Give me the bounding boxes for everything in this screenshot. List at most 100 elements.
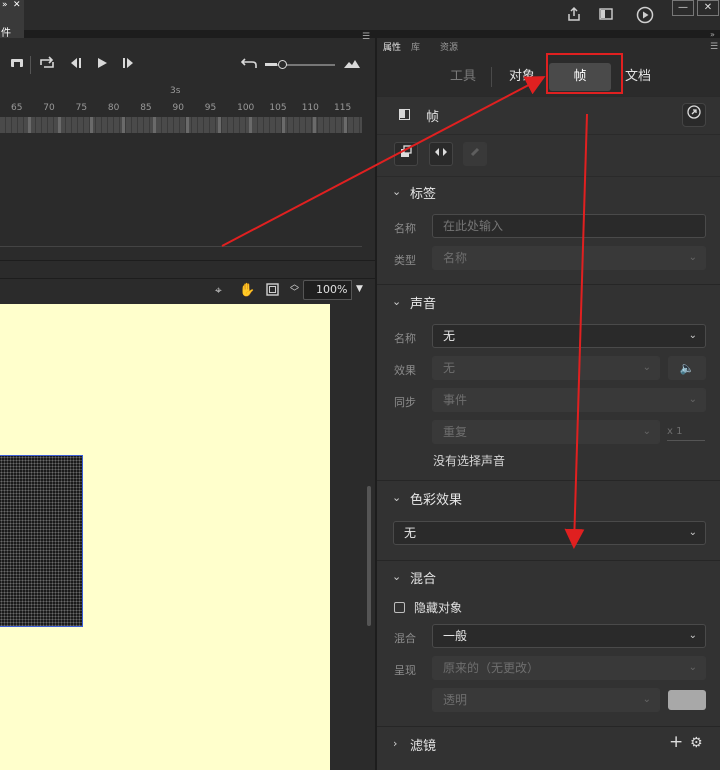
no-sound-text: 没有选择声音	[433, 454, 506, 468]
sound-effect-select[interactable]: 无 ⌄	[432, 356, 660, 380]
timeline-tick-label: 115	[334, 103, 352, 113]
chevron-down-icon: ⌄	[392, 185, 402, 198]
document-tab-label: 件	[1, 28, 11, 39]
timeline-tick-label: 105	[269, 103, 287, 113]
blend-mode-select[interactable]: 一般 ⌄	[432, 624, 706, 648]
link-frames-icon[interactable]	[463, 142, 487, 166]
chevron-down-icon: ⌄	[392, 570, 402, 583]
sound-sync-select[interactable]: 事件 ⌄	[432, 388, 706, 412]
swap-frames-icon[interactable]	[429, 142, 453, 166]
close-window-button[interactable]: ✕	[697, 0, 719, 16]
label-section-title: 标签	[410, 187, 437, 202]
label-type-select[interactable]: 名称 ⌄	[432, 246, 706, 270]
color-effect-select[interactable]: 无 ⌄	[393, 521, 706, 545]
tab-assets[interactable]: 资源	[440, 40, 458, 53]
minimize-button[interactable]: —	[672, 0, 694, 16]
chevron-down-icon: ⌄	[392, 491, 402, 504]
rotation-stepper-icon[interactable]: ︿ ﹀	[290, 281, 299, 298]
sound-repeat-select[interactable]: 重复 ⌄	[432, 420, 660, 444]
sound-sync-value: 事件	[443, 393, 468, 407]
highlight-box	[546, 53, 623, 94]
timeline-tick-label: 70	[43, 103, 55, 113]
hide-object-label: 隐藏对象	[414, 601, 463, 615]
edit-sound-icon[interactable]: 🔈	[668, 356, 706, 380]
timeline-footer	[0, 260, 375, 278]
panel-menu-icon[interactable]: ☰	[710, 42, 718, 52]
chevron-down-icon: ⌄	[642, 694, 651, 705]
clip-content-icon[interactable]	[266, 283, 279, 299]
test-movie-play-icon[interactable]	[636, 6, 654, 24]
filters-section-title: 滤镜	[410, 739, 437, 754]
step-back-icon[interactable]	[66, 56, 84, 74]
blend-mode-label: 混合	[394, 632, 416, 645]
workspace-layout-icon[interactable]	[597, 6, 615, 24]
convert-to-keyframe-icon[interactable]	[394, 142, 418, 166]
timeline-tick-label: 65	[11, 103, 23, 113]
timeline-tick-label: 110	[301, 103, 319, 113]
timeline-tick-label: 95	[204, 103, 217, 113]
selected-shape[interactable]	[0, 455, 83, 627]
timeline-tick-label: 90	[172, 103, 184, 113]
chevron-right-icon: ›	[393, 737, 398, 750]
loop-playback-icon[interactable]	[8, 56, 26, 74]
zoom-select[interactable]: 100% ▼	[303, 280, 367, 300]
render-select[interactable]: 原来的（无更改） ⌄	[432, 656, 706, 680]
timeline-menu-icon[interactable]: ☰	[362, 32, 370, 42]
sound-repeat-value: 重复	[443, 425, 468, 439]
stage-vertical-scrollbar[interactable]	[367, 486, 371, 626]
frame-icon	[399, 109, 410, 120]
chevron-down-icon: ⌄	[642, 426, 651, 437]
frame-size-slider-handle[interactable]	[278, 60, 287, 69]
document-tab[interactable]: » ✕ 件	[0, 0, 24, 39]
render-value: 原来的（无更改）	[443, 661, 540, 675]
label-type-value: 名称	[443, 251, 468, 265]
gear-icon[interactable]: ⚙	[690, 735, 703, 751]
tab-properties[interactable]: 属性	[383, 40, 401, 53]
hide-object-checkbox[interactable]	[394, 602, 405, 613]
open-frame-icon[interactable]	[682, 103, 706, 127]
hand-tool-icon[interactable]: ✋	[239, 283, 255, 298]
add-filter-button[interactable]: +	[669, 732, 683, 752]
frame-header-label: 帧	[426, 110, 440, 125]
frame-size-slider-track[interactable]	[265, 60, 335, 69]
chevron-down-icon: ⌄	[392, 295, 402, 308]
center-stage-icon[interactable]: ⌖	[215, 283, 222, 298]
label-name-input[interactable]	[432, 214, 706, 238]
transparent-select[interactable]: 透明 ⌄	[432, 688, 660, 712]
render-label: 呈现	[394, 664, 416, 677]
chevron-down-icon: ⌄	[688, 394, 697, 405]
chevron-down-icon: ⌄	[688, 252, 697, 263]
color-effect-value: 无	[404, 526, 417, 540]
timeline-frames-row[interactable]	[0, 117, 362, 133]
sub-tab-tools[interactable]: 工具	[450, 67, 476, 87]
toolbar-divider	[30, 56, 31, 74]
share-icon[interactable]	[565, 6, 583, 24]
close-tab-icon[interactable]: ✕	[13, 0, 21, 10]
chevron-down-icon: ▼	[351, 280, 367, 300]
timeline-tick-label: 75	[75, 103, 88, 113]
chevron-down-icon: ⌄	[688, 527, 697, 538]
step-forward-icon[interactable]	[120, 56, 138, 74]
sub-tab-divider	[491, 67, 492, 87]
sound-repeat-count[interactable]: x 1	[667, 426, 705, 441]
background-color-swatch[interactable]	[668, 690, 706, 710]
timeline-panel	[0, 38, 375, 263]
label-type-label: 类型	[394, 254, 416, 267]
tab-library[interactable]: 库	[411, 40, 420, 53]
timeline-scrollbar[interactable]	[0, 246, 362, 247]
loop-icon[interactable]	[38, 56, 56, 74]
sound-name-label: 名称	[394, 332, 416, 345]
chevron-down-icon: ⌄	[642, 362, 651, 373]
mountain-scale-icon[interactable]	[343, 56, 361, 74]
play-icon[interactable]	[93, 56, 111, 74]
timeline-tick-label: 100	[237, 103, 255, 113]
sound-name-select[interactable]: 无 ⌄	[432, 324, 706, 348]
blend-section-title: 混合	[410, 572, 437, 587]
timeline-tick-label: 85	[140, 103, 152, 113]
sub-tab-object[interactable]: 对象	[509, 67, 535, 87]
undo-icon[interactable]	[240, 56, 258, 74]
label-name-label: 名称	[394, 222, 416, 235]
chevron-down-icon: ⌄	[688, 630, 697, 641]
sub-tab-document[interactable]: 文档	[625, 67, 651, 87]
panel-expand-icon[interactable]: »	[2, 0, 8, 10]
